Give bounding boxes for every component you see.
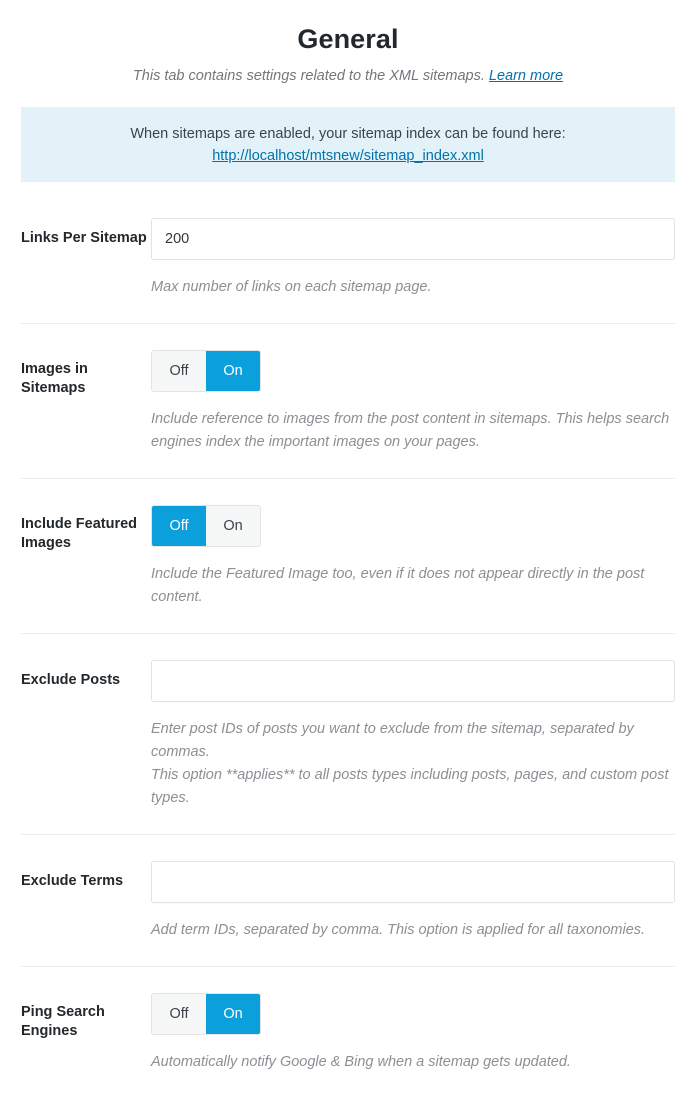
toggle-include-featured-images-on[interactable]: On: [206, 506, 260, 546]
notice-text: When sitemaps are enabled, your sitemap …: [130, 126, 566, 142]
input-exclude-terms[interactable]: [151, 861, 675, 903]
setting-label-ping-search-engines: Ping Search Engines: [21, 1004, 105, 1039]
toggle-ping-search-engines: Off On: [151, 993, 261, 1035]
toggle-images-in-sitemaps-on[interactable]: On: [206, 351, 260, 391]
setting-field-exclude-posts: Enter post IDs of posts you want to excl…: [151, 660, 675, 810]
toggle-include-featured-images: Off On: [151, 505, 261, 547]
setting-row-images-in-sitemaps: Images in Sitemaps Off On Include reference…: [21, 323, 675, 478]
sitemap-index-notice: When sitemaps are enabled, your sitemap …: [21, 107, 675, 182]
setting-label-images-in-sitemaps: Images in Sitemaps: [21, 361, 88, 396]
setting-row-exclude-posts: Exclude Posts Enter post IDs of posts you…: [21, 633, 675, 834]
setting-field-images-in-sitemaps: Off On Include reference to images from th…: [151, 350, 675, 454]
settings-page: General This tab contains settings relat…: [0, 0, 696, 1098]
page-subtitle-text: This tab contains settings related to th…: [132, 68, 485, 84]
input-links-per-sitemap[interactable]: [151, 218, 675, 260]
setting-label-include-featured-images: Include Featured Images: [21, 516, 138, 551]
setting-row-exclude-terms: Exclude Terms Add term IDs, separated by …: [21, 834, 675, 966]
help-line: Automatically notify Google & Bing when …: [151, 1054, 571, 1070]
setting-row-include-featured-images: Include Featured Images Off On Include the …: [21, 478, 675, 633]
setting-field-links-per-sitemap: Max number of links on each sitemap page…: [151, 218, 675, 299]
help-line: Enter post IDs of posts you want to excl…: [151, 721, 634, 760]
toggle-images-in-sitemaps-off[interactable]: Off: [152, 351, 206, 391]
toggle-include-featured-images-off[interactable]: Off: [152, 506, 206, 546]
setting-help-exclude-terms: Add term IDs, separated by comma. This o…: [151, 919, 675, 942]
toggle-images-in-sitemaps: Off On: [151, 350, 261, 392]
setting-help-images-in-sitemaps: Include reference to images from the pos…: [151, 408, 675, 454]
setting-row-ping-search-engines: Ping Search Engines Off On Automatically no…: [21, 966, 675, 1098]
help-line: Add term IDs, separated by comma. This o…: [151, 922, 646, 938]
toggle-ping-search-engines-on[interactable]: On: [206, 994, 260, 1034]
setting-row-links-per-sitemap: Links Per Sitemap Max number of links on …: [21, 182, 675, 323]
setting-help-ping-search-engines: Automatically notify Google & Bing when …: [151, 1051, 675, 1074]
page-subtitle: This tab contains settings related to th…: [0, 56, 696, 86]
sitemap-index-link[interactable]: http://localhost/mtsnew/sitemap_index.xm…: [41, 148, 655, 164]
setting-help-include-featured-images: Include the Featured Image too, even if …: [151, 563, 675, 609]
page-title: General: [297, 24, 399, 54]
setting-help-links-per-sitemap: Max number of links on each sitemap page…: [151, 276, 675, 299]
help-line: Include reference to images from the pos…: [151, 411, 670, 450]
setting-label-exclude-posts: Exclude Posts: [21, 672, 121, 688]
input-exclude-posts[interactable]: [151, 660, 675, 702]
setting-label-links-per-sitemap: Links Per Sitemap: [21, 230, 147, 246]
setting-field-exclude-terms: Add term IDs, separated by comma. This o…: [151, 861, 675, 942]
help-line: This option **applies** to all posts typ…: [151, 767, 669, 806]
setting-help-exclude-posts: Enter post IDs of posts you want to excl…: [151, 718, 675, 810]
setting-field-include-featured-images: Off On Include the Featured Image too, eve…: [151, 505, 675, 609]
settings-rows: Links Per Sitemap Max number of links on …: [0, 182, 696, 1098]
toggle-ping-search-engines-off[interactable]: Off: [152, 994, 206, 1034]
setting-label-exclude-terms: Exclude Terms: [21, 873, 124, 889]
setting-field-ping-search-engines: Off On Automatically notify Google & Bing …: [151, 993, 675, 1074]
help-line: Max number of links on each sitemap page…: [151, 279, 432, 295]
help-line: Include the Featured Image too, even if …: [151, 566, 645, 605]
learn-more-link[interactable]: Learn more: [489, 68, 563, 84]
